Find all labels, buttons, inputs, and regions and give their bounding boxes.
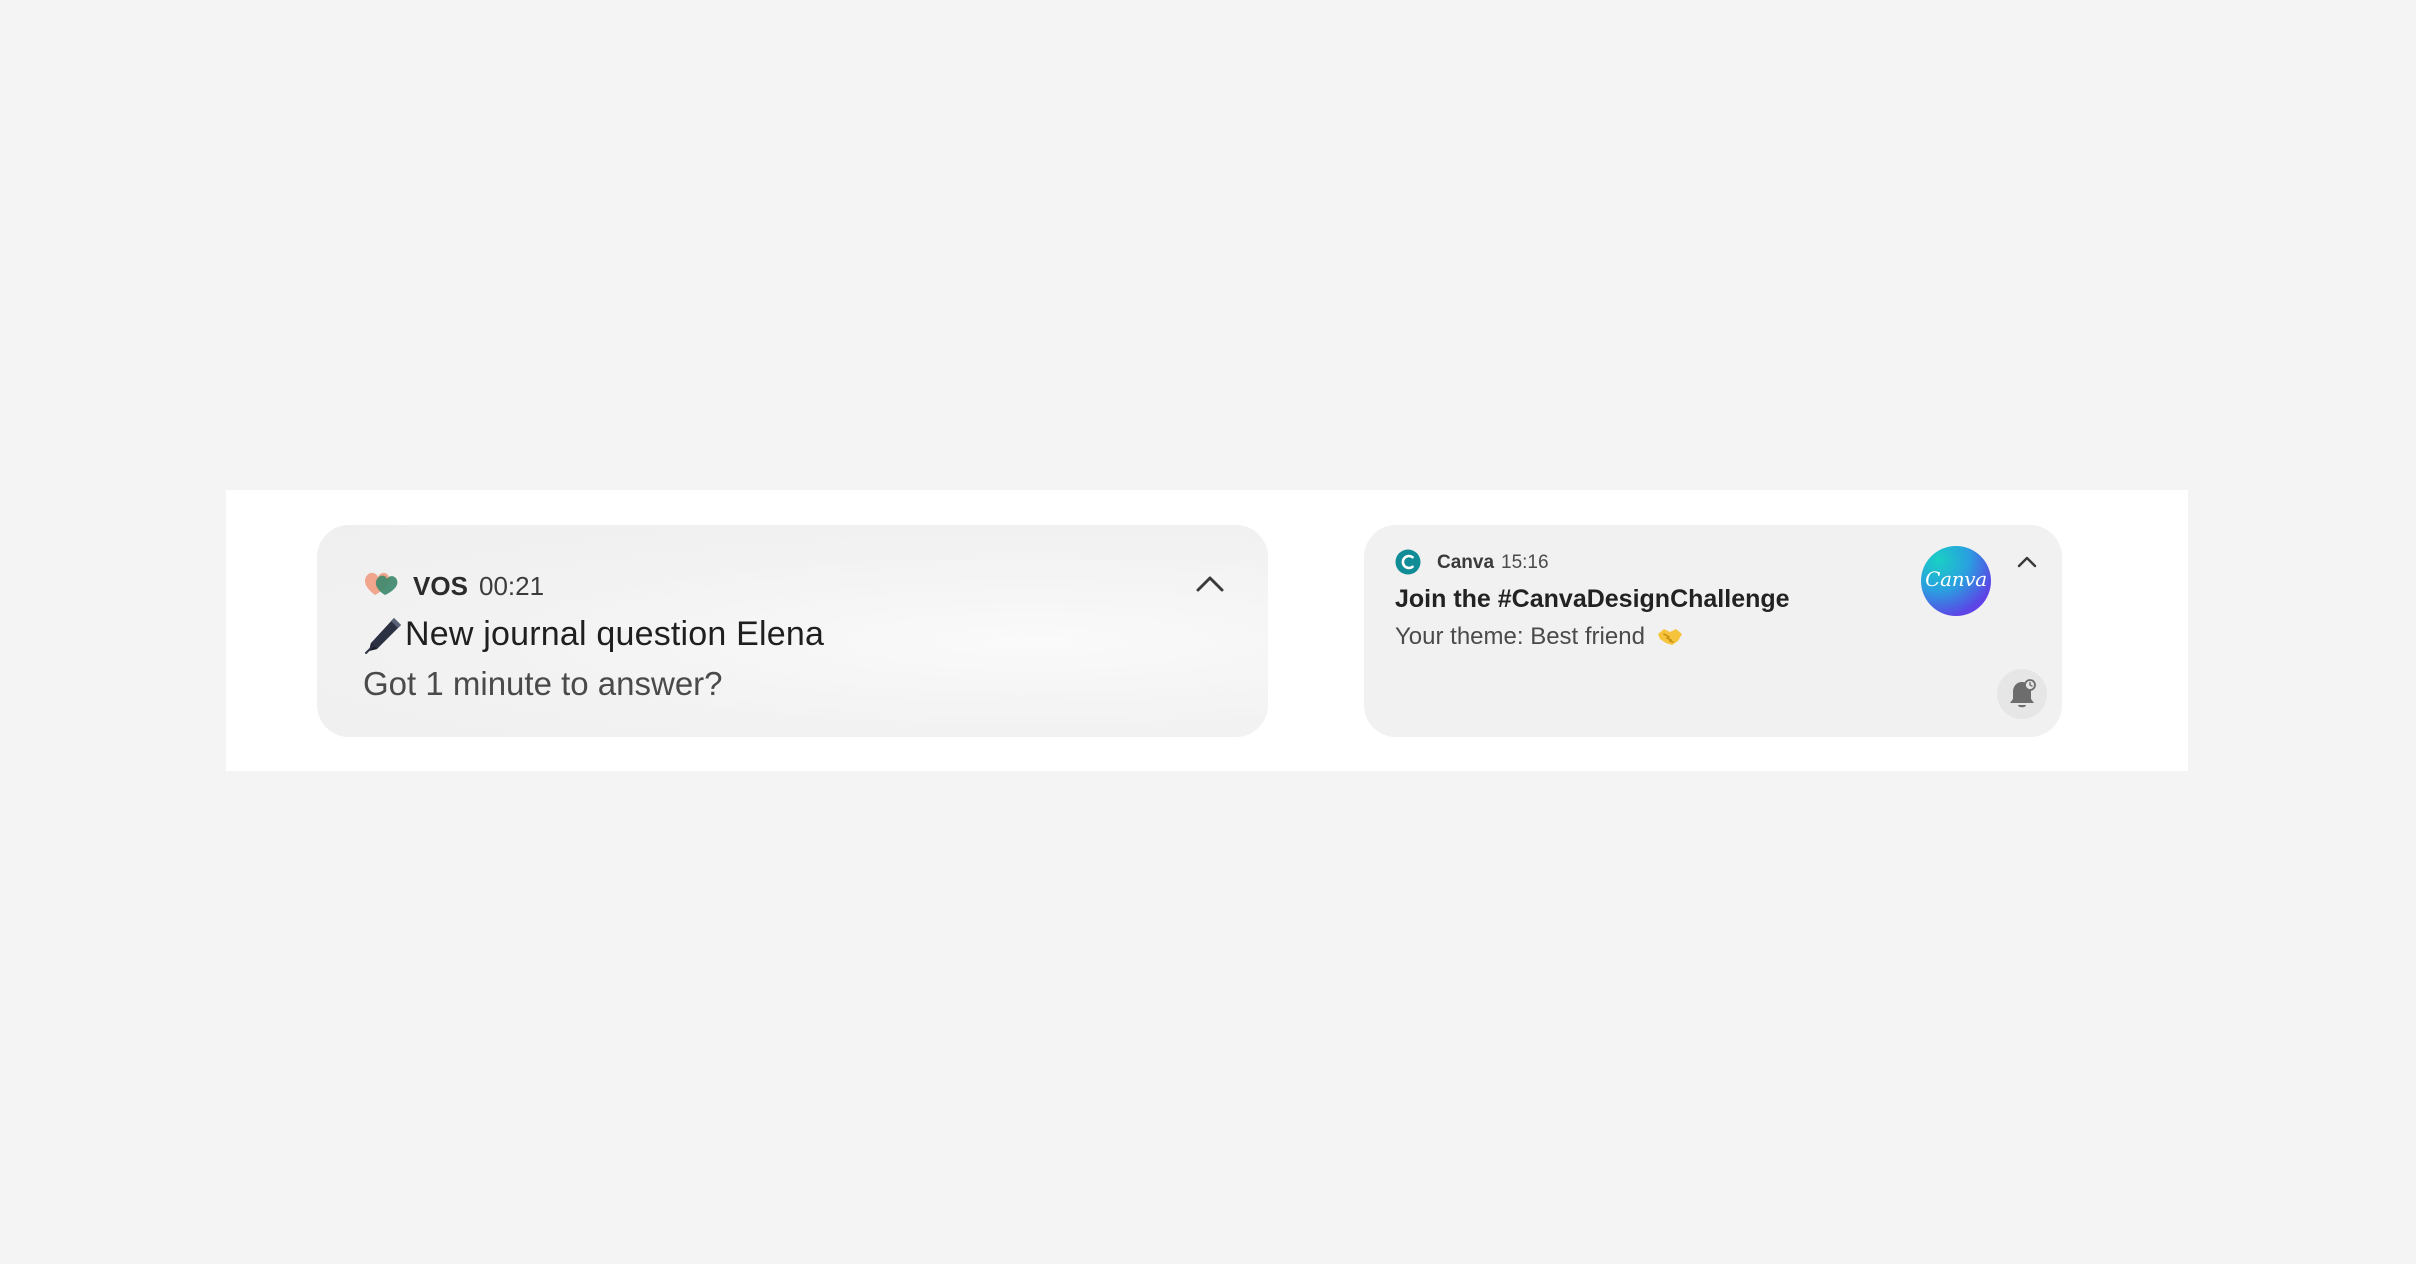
handshake-emoji (1657, 629, 1682, 645)
app-name: VOS (413, 571, 468, 601)
canva-small-icon (1395, 549, 1421, 575)
chevron-up-icon[interactable] (1193, 569, 1227, 597)
notification-body: Your theme: Best friend (1395, 623, 1645, 650)
notification-time: 00:21 (479, 571, 545, 601)
notification-title: New journal question Elena (405, 615, 825, 653)
notification-time: 15:16 (1501, 552, 1549, 573)
chevron-up-icon[interactable] (2015, 551, 2039, 571)
notification-title: Join the #CanvaDesignChallenge (1395, 585, 1790, 613)
canva-logo-text: Canva (1925, 567, 1987, 591)
vos-hearts-icon (365, 572, 398, 595)
notification-shade: VOS 00:21 New journal question Elena Got… (226, 490, 2188, 771)
bell-snooze-icon (2010, 679, 2036, 708)
notification-canva[interactable]: Canva 15:16 Join the #CanvaDesignChallen… (1364, 525, 2062, 737)
notification-body: Got 1 minute to answer? (363, 665, 723, 702)
pen-icon (365, 618, 401, 654)
notification-body-wrap: Your theme: Best friend (1395, 623, 1684, 651)
app-name: Canva (1437, 552, 1495, 573)
snooze-button[interactable] (1997, 669, 2047, 719)
canva-avatar: Canva (1921, 546, 1991, 616)
notification-vos[interactable]: VOS 00:21 New journal question Elena Got… (317, 525, 1268, 737)
